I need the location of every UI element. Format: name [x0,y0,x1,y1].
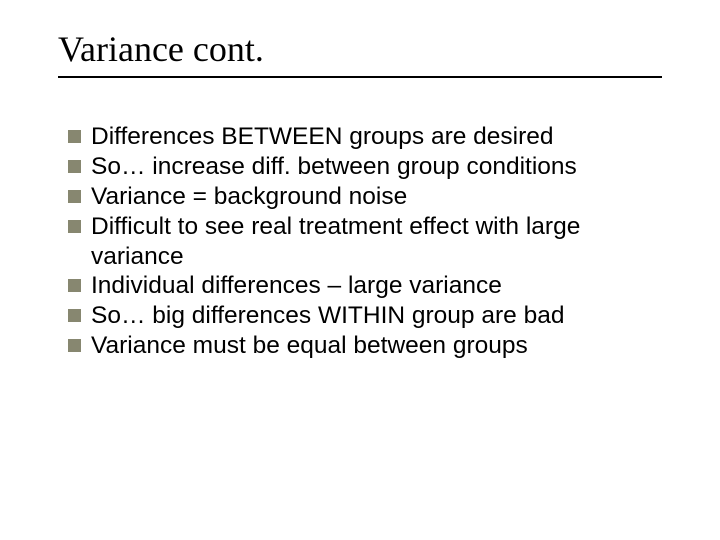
list-item: Differences BETWEEN groups are desired [68,122,662,152]
square-bullet-icon [68,160,81,173]
bullet-text: Differences BETWEEN groups are desired [91,122,662,152]
square-bullet-icon [68,130,81,143]
list-item: Individual differences – large variance [68,271,662,301]
bullet-list: Differences BETWEEN groups are desired S… [58,122,662,361]
square-bullet-icon [68,339,81,352]
bullet-text: So… big differences WITHIN group are bad [91,301,662,331]
list-item: Variance = background noise [68,182,662,212]
list-item: So… increase diff. between group conditi… [68,152,662,182]
slide-title: Variance cont. [58,28,662,70]
bullet-text: So… increase diff. between group conditi… [91,152,662,182]
bullet-text: Variance = background noise [91,182,662,212]
square-bullet-icon [68,279,81,292]
title-underline [58,76,662,78]
square-bullet-icon [68,190,81,203]
bullet-text: Difficult to see real treatment effect w… [91,212,662,272]
list-item: Difficult to see real treatment effect w… [68,212,662,272]
bullet-text: Variance must be equal between groups [91,331,662,361]
square-bullet-icon [68,309,81,322]
bullet-text: Individual differences – large variance [91,271,662,301]
list-item: Variance must be equal between groups [68,331,662,361]
square-bullet-icon [68,220,81,233]
slide: Variance cont. Differences BETWEEN group… [0,0,720,540]
list-item: So… big differences WITHIN group are bad [68,301,662,331]
